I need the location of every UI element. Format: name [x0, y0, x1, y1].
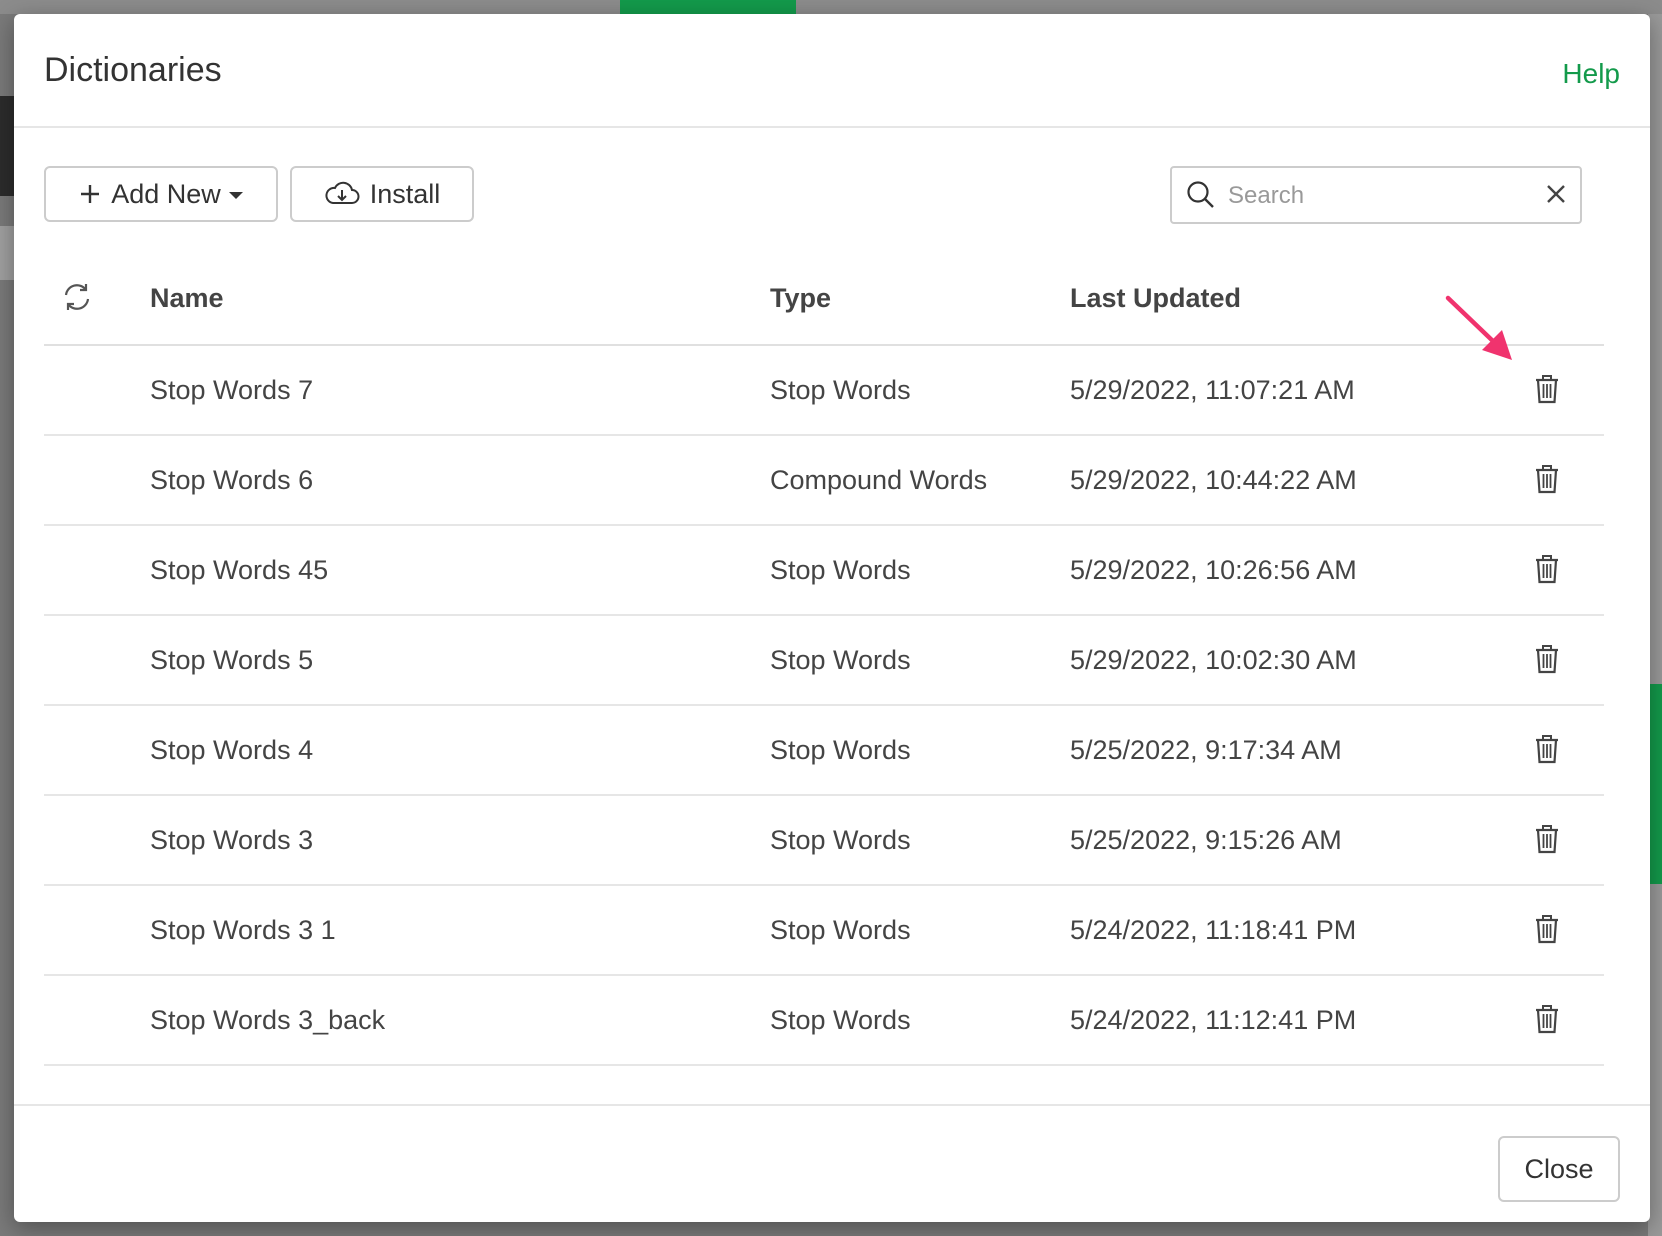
background-right-panel	[1648, 14, 1662, 1236]
trash-icon[interactable]	[1534, 464, 1560, 499]
search-input[interactable]	[1226, 176, 1530, 216]
trash-icon[interactable]	[1534, 374, 1560, 409]
row-type: Stop Words	[770, 915, 911, 945]
row-last-updated: 5/29/2022, 10:02:30 AM	[1070, 645, 1357, 675]
background-toolbar	[0, 0, 1662, 14]
column-header-type[interactable]: Type	[770, 280, 831, 316]
add-new-label: Add New	[111, 178, 221, 209]
trash-icon[interactable]	[1534, 554, 1560, 589]
row-name: Stop Words 45	[150, 555, 329, 585]
dictionaries-dialog: Dictionaries Help Add New Install Search…	[14, 14, 1650, 1222]
dictionaries-table: Name Type Last Updated Stop Words 7 Stop…	[44, 252, 1604, 1082]
cloud-download-icon	[324, 181, 360, 207]
column-header-name[interactable]: Name	[150, 280, 224, 316]
background-tab-summary	[134, 0, 304, 14]
caret-down-icon	[228, 191, 243, 199]
row-last-updated: 5/29/2022, 11:07:21 AM	[1070, 375, 1355, 405]
table-body: Stop Words 7 Stop Words 5/29/2022, 11:07…	[44, 346, 1604, 1066]
row-name: Stop Words 3 1	[150, 915, 336, 945]
refresh-icon[interactable]	[62, 282, 92, 317]
table-row[interactable]: Stop Words 3 Stop Words 5/25/2022, 9:15:…	[44, 796, 1604, 886]
trash-icon[interactable]	[1534, 1004, 1560, 1039]
table-row[interactable]: Stop Words 5 Stop Words 5/29/2022, 10:02…	[44, 616, 1604, 706]
table-row[interactable]: Stop Words 45 Stop Words 5/29/2022, 10:2…	[44, 526, 1604, 616]
background-left-panel	[0, 96, 14, 196]
help-link[interactable]: Help	[1562, 54, 1620, 94]
search-icon	[1186, 180, 1216, 215]
table-row[interactable]: Stop Words 3 1 Stop Words 5/24/2022, 11:…	[44, 886, 1604, 976]
row-last-updated: 5/29/2022, 10:26:56 AM	[1070, 555, 1357, 585]
row-last-updated: 5/24/2022, 11:12:41 PM	[1070, 1005, 1357, 1035]
row-type: Stop Words	[770, 555, 911, 585]
table-row[interactable]: Stop Words 3_back Stop Words 5/24/2022, …	[44, 976, 1604, 1066]
dialog-header: Dictionaries Help	[14, 14, 1650, 128]
row-type: Stop Words	[770, 645, 911, 675]
background-tab-analytics	[620, 0, 796, 14]
add-new-button[interactable]: Add New	[44, 166, 278, 222]
table-header: Name Type Last Updated	[44, 252, 1604, 346]
row-last-updated: 5/24/2022, 11:18:41 PM	[1070, 915, 1357, 945]
row-type: Stop Words	[770, 1005, 911, 1035]
row-type: Stop Words	[770, 735, 911, 765]
row-name: Stop Words 7	[150, 375, 314, 405]
search-box	[1170, 166, 1582, 224]
row-name: Stop Words 6	[150, 465, 314, 495]
background-tab-table	[334, 0, 454, 14]
dialog-title: Dictionaries	[44, 51, 222, 89]
install-button[interactable]: Install	[290, 166, 474, 222]
trash-icon[interactable]	[1534, 734, 1560, 769]
row-name: Stop Words 3	[150, 825, 314, 855]
row-type: Stop Words	[770, 375, 911, 405]
table-row[interactable]: Stop Words 6 Compound Words 5/29/2022, 1…	[44, 436, 1604, 526]
trash-icon[interactable]	[1534, 644, 1560, 679]
dialog-footer: Close	[14, 1104, 1650, 1222]
table-row[interactable]: Stop Words 4 Stop Words 5/25/2022, 9:17:…	[44, 706, 1604, 796]
row-last-updated: 5/25/2022, 9:15:26 AM	[1070, 825, 1342, 855]
table-row[interactable]: Stop Words 7 Stop Words 5/29/2022, 11:07…	[44, 346, 1604, 436]
row-last-updated: 5/25/2022, 9:17:34 AM	[1070, 735, 1342, 765]
row-name: Stop Words 3_back	[150, 1005, 386, 1035]
close-button[interactable]: Close	[1498, 1136, 1620, 1202]
close-icon[interactable]	[1544, 182, 1568, 211]
row-last-updated: 5/29/2022, 10:44:22 AM	[1070, 465, 1357, 495]
arrow-icon	[1444, 294, 1524, 375]
column-header-last-updated[interactable]: Last Updated	[1070, 280, 1241, 316]
row-name: Stop Words 5	[150, 645, 314, 675]
background-left-strip	[0, 226, 14, 280]
background-tab-chart	[484, 0, 604, 14]
trash-icon[interactable]	[1534, 914, 1560, 949]
background-right-highlight	[1648, 684, 1662, 884]
plus-icon	[79, 183, 101, 205]
row-type: Stop Words	[770, 825, 911, 855]
row-type: Compound Words	[770, 465, 988, 495]
install-label: Install	[369, 178, 441, 209]
row-name: Stop Words 4	[150, 735, 314, 765]
trash-icon[interactable]	[1534, 824, 1560, 859]
